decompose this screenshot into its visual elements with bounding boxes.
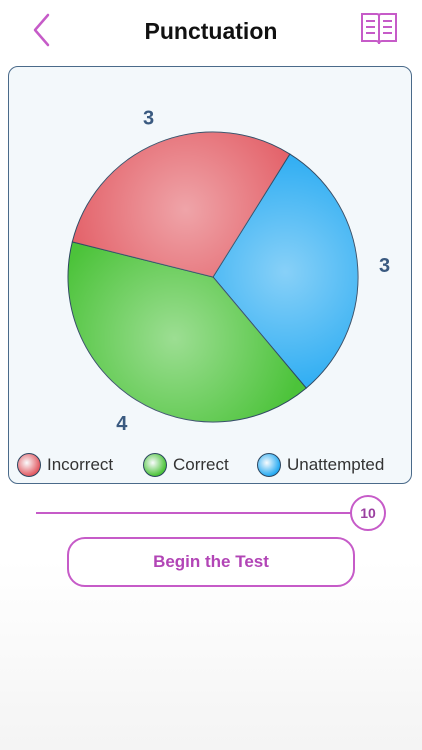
question-count-slider[interactable]: 10 <box>36 494 392 534</box>
legend-item-correct: Correct <box>143 450 229 480</box>
legend-label-incorrect: Incorrect <box>47 455 114 474</box>
background <box>0 560 422 750</box>
header-bar: Punctuation <box>0 0 422 66</box>
legend-item-incorrect: Incorrect <box>17 450 113 480</box>
slider-track[interactable] <box>36 512 352 514</box>
pie-label-correct: 4 <box>116 413 128 435</box>
begin-test-button[interactable]: Begin the Test <box>67 537 355 587</box>
open-book-icon <box>361 13 397 45</box>
pie-label-incorrect: 3 <box>143 108 154 130</box>
chart-legend: Incorrect Correct Unattempted <box>8 450 412 480</box>
legend-swatch-correct <box>143 453 167 477</box>
results-chart-card: 3 4 3 <box>8 66 412 484</box>
legend-swatch-unattempted <box>257 453 281 477</box>
legend-item-unattempted: Unattempted <box>257 450 384 480</box>
pie-label-unattempted: 3 <box>379 255 390 277</box>
slider-knob[interactable]: 10 <box>350 495 386 531</box>
legend-label-unattempted: Unattempted <box>287 455 385 474</box>
legend-label-correct: Correct <box>173 455 229 474</box>
results-pie-chart: 3 4 3 <box>67 108 390 435</box>
legend-swatch-incorrect <box>17 453 41 477</box>
study-guide-button[interactable] <box>358 10 400 48</box>
